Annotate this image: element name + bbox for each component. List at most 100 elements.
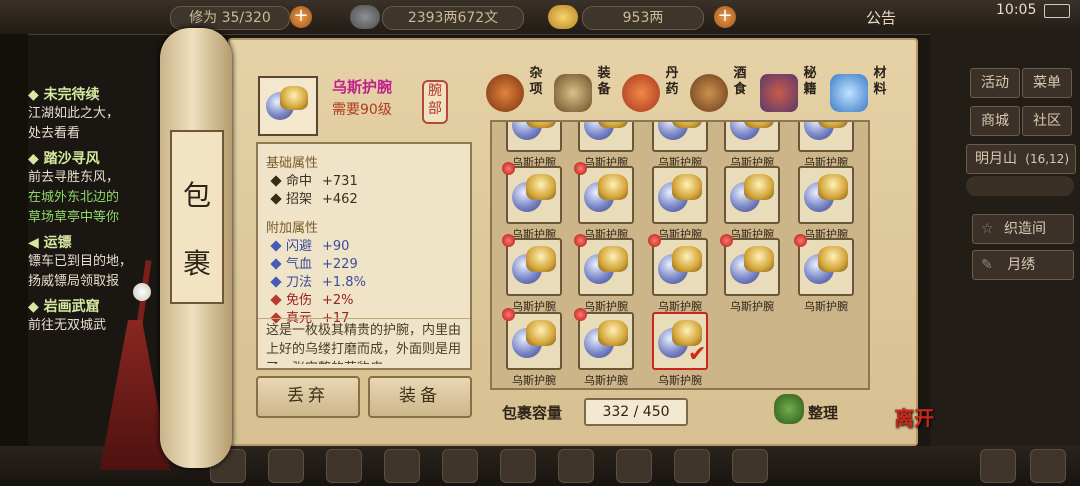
inventory-slot[interactable] bbox=[798, 166, 854, 224]
sort-button[interactable]: 整理 bbox=[808, 402, 838, 423]
bottom-menu-icon[interactable] bbox=[980, 449, 1016, 483]
pill-icon bbox=[622, 74, 660, 112]
inventory-slot[interactable] bbox=[506, 238, 562, 296]
bracer-gold-part bbox=[526, 246, 556, 272]
bracer-gold-part bbox=[818, 122, 848, 128]
bottom-menu-icon[interactable] bbox=[558, 449, 594, 483]
bottom-menu-icon[interactable] bbox=[442, 449, 478, 483]
tab-material[interactable]: 材料 bbox=[830, 66, 890, 118]
community-button[interactable]: 社区 bbox=[1022, 106, 1072, 136]
item-slot-tag: 腕部 bbox=[422, 80, 448, 124]
bottom-menu-icon[interactable] bbox=[616, 449, 652, 483]
inventory-grid[interactable]: 乌斯护腕 乌斯护腕 乌斯护腕 乌斯护腕 乌斯护腕 乌斯护腕 乌斯护腕 乌斯护腕 乌斯护腕 乌斯护腕… bbox=[490, 120, 870, 390]
inventory-slot[interactable] bbox=[578, 238, 634, 296]
bracer-gold-part bbox=[672, 174, 702, 200]
inventory-slot[interactable] bbox=[724, 166, 780, 224]
activity-button[interactable]: 活动 bbox=[970, 68, 1020, 98]
tab-medicine[interactable]: 丹药 bbox=[622, 66, 682, 118]
base-attr-title: 基础属性 bbox=[266, 156, 319, 171]
inventory-slot[interactable] bbox=[578, 122, 634, 152]
extra-attr-title: 附加属性 bbox=[266, 221, 319, 236]
inventory-slot[interactable] bbox=[652, 238, 708, 296]
bottom-menu-icon[interactable] bbox=[500, 449, 536, 483]
inventory-slot[interactable] bbox=[798, 238, 854, 296]
new-item-dot bbox=[720, 234, 733, 247]
diamond-icon bbox=[270, 240, 282, 252]
add-cultivation-button[interactable]: + bbox=[290, 6, 312, 28]
attr-value: +2% bbox=[322, 293, 354, 308]
attr-key: 刀法 bbox=[286, 275, 313, 290]
equip-button[interactable]: 装备 bbox=[368, 376, 472, 418]
inventory-slot[interactable] bbox=[652, 122, 708, 152]
quest-title[interactable]: ◆ 踏沙寻风 bbox=[28, 148, 168, 168]
top-bar bbox=[0, 0, 1080, 35]
shop-button[interactable]: 商城 bbox=[970, 106, 1020, 136]
quest-line: 前去寻胜东风， bbox=[28, 170, 120, 185]
bracer-gold-part bbox=[744, 174, 774, 200]
item-description[interactable]: 这是一枚极其精贵的护腕，内里由上好的乌缕打磨而成，外面则是用了一张完整的花豹皮 bbox=[258, 318, 470, 364]
bracer-gold-part bbox=[744, 122, 774, 128]
tab-misc[interactable]: 杂项 bbox=[486, 66, 546, 118]
clock: 10:05 bbox=[996, 2, 1037, 18]
tab-label: 酒食 bbox=[733, 66, 747, 97]
inventory-slot[interactable] bbox=[506, 312, 562, 370]
attr-value: +1.8% bbox=[322, 275, 366, 290]
gold-amount: 953两 bbox=[582, 6, 704, 30]
inventory-slot[interactable] bbox=[798, 122, 854, 152]
bottom-menu-icon[interactable] bbox=[1030, 449, 1066, 483]
inventory-slot[interactable] bbox=[652, 166, 708, 224]
attr-value: +90 bbox=[322, 239, 350, 254]
bottom-menu-icon[interactable] bbox=[268, 449, 304, 483]
minimap-toggle[interactable] bbox=[966, 176, 1074, 196]
tab-food[interactable]: 酒食 bbox=[690, 66, 750, 118]
inventory-slot[interactable] bbox=[578, 312, 634, 370]
job-weaving[interactable]: ☆ 织造间 bbox=[972, 214, 1074, 244]
bottom-menu-icon[interactable] bbox=[326, 449, 362, 483]
drop-button[interactable]: 丢弃 bbox=[256, 376, 360, 418]
tab-label: 秘籍 bbox=[803, 66, 817, 97]
crystal-icon bbox=[830, 74, 868, 112]
announcement-button[interactable]: 公告 bbox=[866, 7, 896, 28]
bracer-gold-part bbox=[818, 174, 848, 200]
attr-key: 招架 bbox=[286, 192, 313, 207]
bottom-menu-icon[interactable] bbox=[732, 449, 768, 483]
tab-label: 丹药 bbox=[665, 66, 679, 97]
bracer-gold-part bbox=[526, 320, 556, 346]
bottom-menu-icon[interactable] bbox=[674, 449, 710, 483]
copper-coin-icon bbox=[350, 5, 380, 29]
attr-value: +462 bbox=[322, 192, 358, 207]
add-gold-button[interactable]: + bbox=[714, 6, 736, 28]
diamond-icon bbox=[270, 276, 282, 288]
attr-key: 闪避 bbox=[286, 239, 313, 254]
attr-key: 免伤 bbox=[286, 293, 313, 308]
sort-bag-icon[interactable] bbox=[774, 394, 804, 424]
star-icon: ☆ bbox=[981, 221, 994, 237]
inventory-slot[interactable] bbox=[724, 122, 780, 152]
bracer-gold-part bbox=[598, 320, 628, 346]
inventory-slot[interactable] bbox=[506, 166, 562, 224]
inventory-slot[interactable] bbox=[724, 238, 780, 296]
quest-title[interactable]: ◆ 未完待续 bbox=[28, 84, 168, 104]
bottom-menu-icon[interactable] bbox=[384, 449, 420, 483]
attr-key: 命中 bbox=[286, 174, 313, 189]
new-item-dot bbox=[574, 308, 587, 321]
bracer-gold-part bbox=[598, 122, 628, 128]
leave-button[interactable]: 离开 bbox=[894, 402, 934, 431]
slot-item-name: 乌斯护腕 bbox=[804, 300, 848, 313]
location-display[interactable]: 明月山 (16,12) bbox=[966, 144, 1076, 174]
tab-label: 装备 bbox=[597, 66, 611, 97]
quest-title[interactable]: ◀ 运镖 bbox=[28, 232, 168, 252]
bracer-gold-part bbox=[744, 246, 774, 272]
tab-manual[interactable]: 秘籍 bbox=[760, 66, 820, 118]
attr-row: 免伤 +2% bbox=[270, 292, 470, 310]
book-icon bbox=[760, 74, 798, 112]
tab-equipment[interactable]: 装备 bbox=[554, 66, 614, 118]
menu-button[interactable]: 菜单 bbox=[1022, 68, 1072, 98]
slot-item-name: 乌斯护腕 bbox=[658, 374, 702, 387]
item-level-req: 需要90级 bbox=[332, 102, 392, 118]
quest-line: 江湖如此之大， bbox=[28, 106, 120, 121]
job-embroidery[interactable]: ✎ 月绣 bbox=[972, 250, 1074, 280]
bracer-gold-part bbox=[818, 246, 848, 272]
inventory-slot[interactable] bbox=[578, 166, 634, 224]
inventory-slot[interactable] bbox=[506, 122, 562, 152]
